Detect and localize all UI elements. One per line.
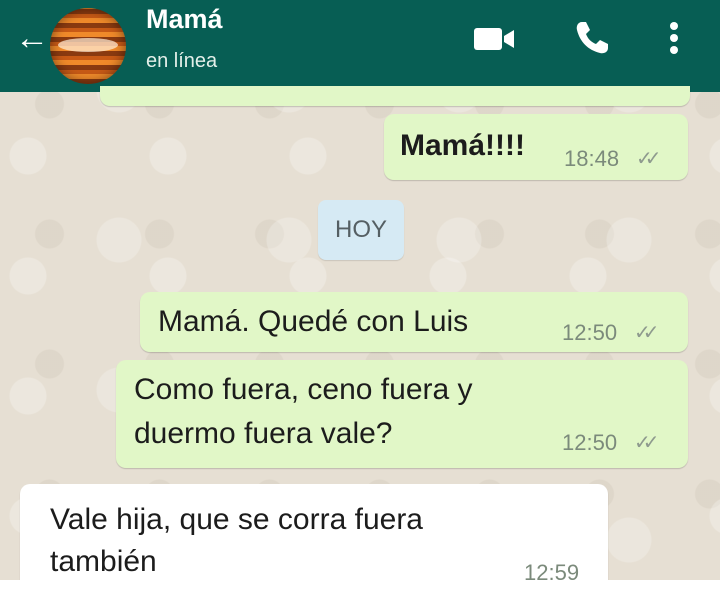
message-text-line: Vale hija, que se corra fuera	[50, 503, 423, 536]
message-text: Mamá!!!!	[400, 129, 525, 162]
message-text: Mamá. Quedé con Luis	[158, 305, 469, 338]
message-time: 12:50	[562, 320, 618, 345]
message-time: 12:59	[524, 560, 580, 580]
more-options-icon[interactable]	[662, 18, 686, 58]
contact-name[interactable]: Mamá	[146, 4, 223, 35]
message-time: 18:48	[564, 146, 620, 171]
avatar[interactable]	[50, 8, 126, 84]
read-ticks-icon: ✓✓	[634, 432, 659, 454]
message-bubble-outgoing[interactable]: Mamá!!!! 18:48 ✓✓	[384, 114, 688, 180]
read-ticks-icon: ✓✓	[636, 148, 661, 170]
read-ticks-icon: ✓✓	[634, 322, 659, 344]
message-text-line: duermo fuera vale?	[134, 417, 393, 450]
back-arrow-icon[interactable]: ←	[10, 18, 54, 58]
message-bubble-outgoing[interactable]: Mamá. Quedé con Luis 12:50 ✓✓	[140, 292, 688, 352]
previous-message-bubble	[100, 86, 690, 106]
message-text-line: también	[50, 545, 157, 578]
message-time: 12:50	[562, 430, 618, 455]
chat-window: ← Mamá en línea Mamá!!!! 18:48 ✓✓ HOY Ma…	[0, 0, 720, 580]
video-call-icon[interactable]	[474, 24, 518, 54]
message-bubble-incoming[interactable]: Vale hija, que se corra fuera también 12…	[20, 484, 608, 580]
chat-header: ← Mamá en línea	[0, 0, 720, 92]
message-bubble-outgoing[interactable]: Como fuera, ceno fuera y duermo fuera va…	[116, 360, 688, 468]
date-divider: HOY	[318, 200, 404, 260]
phone-icon[interactable]	[572, 18, 612, 58]
contact-status: en línea	[146, 50, 218, 72]
message-text-line: Como fuera, ceno fuera y	[134, 373, 473, 406]
